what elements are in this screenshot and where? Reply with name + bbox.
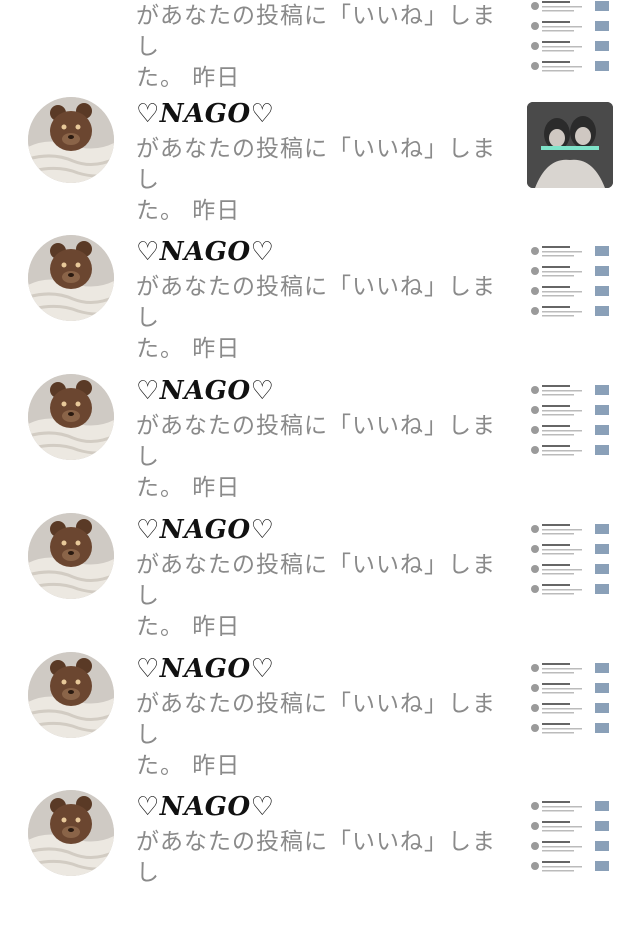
username[interactable]: ♡NAGO♡ (136, 792, 274, 822)
username[interactable]: ♡NAGO♡ (136, 654, 274, 684)
teddy-bear-avatar-icon (28, 374, 114, 460)
notification-message: があなたの投稿に「いいね」しまし た。 昨日 (136, 691, 496, 779)
notification-message: があなたの投稿に「いいね」しまし た。 昨日 (136, 274, 496, 362)
notification-item[interactable]: ♡NAGO♡ があなたの投稿に「いいね」しまし た。 昨日 (0, 97, 640, 235)
post-thumbnail[interactable] (527, 0, 613, 81)
post-preview-icon (531, 1, 609, 72)
teddy-bear-avatar-icon (28, 513, 114, 599)
user-avatar[interactable] (28, 790, 114, 876)
username[interactable]: ♡NAGO♡ (136, 515, 274, 545)
username[interactable]: ♡NAGO♡ (136, 99, 274, 129)
notification-item[interactable]: があなたの投稿に「いいね」しまし た。 昨日 (0, 0, 640, 91)
teddy-bear-avatar-icon (28, 235, 114, 321)
notification-item[interactable]: ♡NAGO♡ があなたの投稿に「いいね」しまし た。 昨日 (0, 235, 640, 373)
user-avatar[interactable] (28, 235, 114, 321)
post-thumbnail[interactable] (527, 795, 613, 881)
notification-item[interactable]: ♡NAGO♡ があなたの投稿に「いいね」しまし (0, 790, 640, 928)
notification-item[interactable]: ♡NAGO♡ があなたの投稿に「いいね」しまし た。 昨日 (0, 652, 640, 790)
notification-message: があなたの投稿に「いいね」しまし (136, 829, 496, 886)
post-preview-icon (527, 102, 613, 188)
post-thumbnail[interactable] (527, 657, 613, 743)
teddy-bear-avatar-icon (28, 97, 114, 183)
user-avatar[interactable] (28, 374, 114, 460)
post-thumbnail[interactable] (527, 102, 613, 188)
user-avatar[interactable] (28, 97, 114, 183)
notification-message: があなたの投稿に「いいね」しまし た。 昨日 (136, 136, 496, 224)
notification-message: があなたの投稿に「いいね」しまし た。 昨日 (136, 552, 496, 640)
post-preview-icon (531, 385, 609, 456)
post-preview-icon (531, 801, 609, 872)
notification-message: があなたの投稿に「いいね」しまし た。 昨日 (136, 3, 496, 91)
username[interactable]: ♡NAGO♡ (136, 237, 274, 267)
user-avatar[interactable] (28, 652, 114, 738)
notification-item[interactable]: ♡NAGO♡ があなたの投稿に「いいね」しまし た。 昨日 (0, 374, 640, 512)
post-preview-icon (531, 663, 609, 734)
notification-message: があなたの投稿に「いいね」しまし た。 昨日 (136, 413, 496, 501)
post-preview-icon (531, 524, 609, 595)
post-thumbnail[interactable] (527, 379, 613, 465)
post-thumbnail[interactable] (527, 518, 613, 604)
post-thumbnail[interactable] (527, 240, 613, 326)
username[interactable]: ♡NAGO♡ (136, 376, 274, 406)
teddy-bear-avatar-icon (28, 790, 114, 876)
teddy-bear-avatar-icon (28, 652, 114, 738)
post-preview-icon (531, 246, 609, 317)
user-avatar[interactable] (28, 513, 114, 599)
notification-item[interactable]: ♡NAGO♡ があなたの投稿に「いいね」しまし た。 昨日 (0, 513, 640, 651)
